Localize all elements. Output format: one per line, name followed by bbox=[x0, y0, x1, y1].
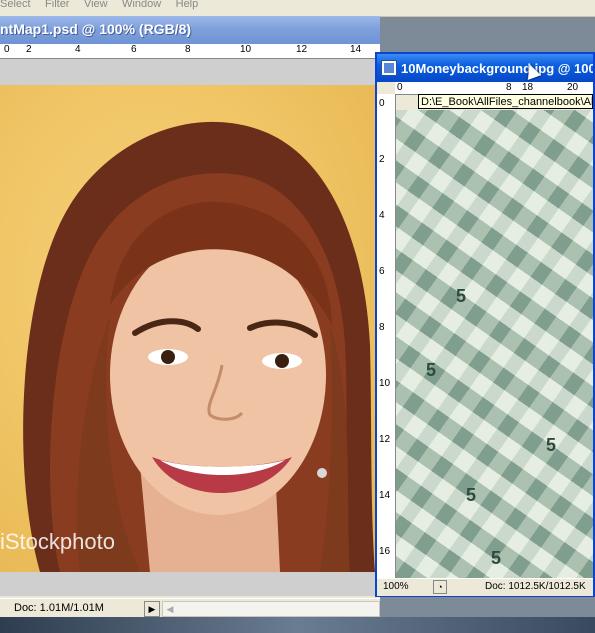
ruler-label: 10 bbox=[240, 44, 252, 55]
ruler-label: 0 bbox=[397, 82, 403, 93]
photoshop-doc-icon bbox=[381, 60, 397, 76]
menu-window[interactable]: Window bbox=[122, 0, 161, 10]
ruler-label: 4 bbox=[75, 44, 81, 55]
ruler-label: 12 bbox=[296, 44, 308, 55]
ruler-label: 6 bbox=[379, 266, 385, 277]
bill-denomination: 5 bbox=[456, 286, 467, 306]
zoom-level[interactable]: 100% bbox=[383, 581, 409, 592]
navigator-icon[interactable]: ◔ bbox=[433, 580, 447, 594]
ruler-label: 4 bbox=[379, 210, 385, 221]
ruler-label: 14 bbox=[350, 44, 362, 55]
ruler-label: 14 bbox=[379, 490, 391, 501]
desktop-background bbox=[0, 617, 595, 633]
ruler-label: 8 bbox=[379, 322, 385, 333]
menu-filter[interactable]: Filter bbox=[45, 0, 69, 10]
menu-view[interactable]: View bbox=[84, 0, 108, 10]
jpg-doc-size: Doc: 1012.5K/1012.5K bbox=[485, 581, 586, 592]
portrait-illustration bbox=[23, 121, 375, 572]
bill-denomination: 5 bbox=[426, 360, 437, 380]
ruler-label: 2 bbox=[26, 44, 32, 55]
scroll-left-icon[interactable]: ◀ bbox=[163, 602, 177, 616]
menubar: Select Filter View Window Help bbox=[0, 0, 595, 17]
menu-select[interactable]: Select bbox=[0, 0, 31, 10]
psd-document-window[interactable]: ntMap1.psd @ 100% (RGB/8) 0 2 4 6 8 10 1… bbox=[0, 16, 380, 618]
ruler-label: 0 bbox=[4, 44, 10, 55]
ruler-label: 6 bbox=[131, 44, 137, 55]
jpg-status-bar: 100% ◔ Doc: 1012.5K/1012.5K bbox=[377, 578, 593, 596]
jpg-document-window[interactable]: 10Moneybackground.jpg @ 100 0 8 18 20 0 … bbox=[375, 52, 595, 597]
ruler-label: 16 bbox=[379, 546, 391, 557]
canvas-gray-area-bottom bbox=[0, 572, 380, 596]
ruler-label: 20 bbox=[567, 82, 579, 93]
istockphoto-watermark: iStockphoto bbox=[0, 529, 115, 554]
money-background-image[interactable]: 5 5 5 5 5 bbox=[396, 110, 593, 578]
jpg-vertical-ruler[interactable]: 0 2 4 6 8 10 12 14 16 bbox=[377, 94, 396, 587]
canvas-gray-area-top bbox=[0, 59, 380, 85]
psd-status-bar: Doc: 1.01M/1.01M ▶ ◀ bbox=[0, 598, 380, 618]
ruler-label: 12 bbox=[379, 434, 391, 445]
jpg-window-titlebar[interactable]: 10Moneybackground.jpg @ 100 bbox=[377, 54, 593, 82]
psd-window-titlebar[interactable]: ntMap1.psd @ 100% (RGB/8) bbox=[0, 16, 380, 44]
ruler-label: 2 bbox=[379, 154, 385, 165]
file-path-tooltip: D:\E_Book\AllFiles_channelbook\AllFi bbox=[418, 94, 593, 109]
jpg-window-title: 10Moneybackground.jpg @ 100 bbox=[401, 61, 593, 76]
bill-denomination: 5 bbox=[466, 485, 477, 505]
status-arrow-icon[interactable]: ▶ bbox=[144, 601, 160, 617]
psd-window-title: ntMap1.psd @ 100% (RGB/8) bbox=[0, 21, 192, 37]
ruler-label: 8 bbox=[185, 44, 191, 55]
psd-doc-size: Doc: 1.01M/1.01M bbox=[14, 602, 104, 614]
portrait-photo[interactable]: iStockphoto bbox=[0, 85, 375, 572]
ruler-label: 8 bbox=[506, 82, 512, 93]
ruler-label: 0 bbox=[379, 98, 385, 109]
ruler-label: 10 bbox=[379, 378, 391, 389]
bill-denomination: 5 bbox=[546, 435, 557, 455]
menu-help[interactable]: Help bbox=[176, 0, 199, 10]
ruler-label: 18 bbox=[522, 82, 534, 93]
psd-horizontal-scrollbar[interactable]: ◀ bbox=[162, 601, 380, 617]
psd-horizontal-ruler[interactable]: 0 2 4 6 8 10 12 14 bbox=[0, 44, 380, 59]
bill-denomination: 5 bbox=[491, 548, 502, 568]
